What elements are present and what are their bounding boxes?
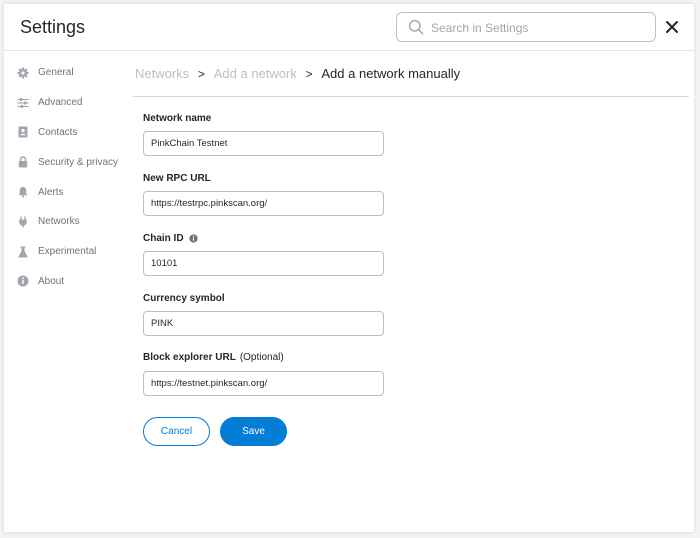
sidebar-item-label: Alerts — [38, 186, 64, 198]
sidebar-item-advanced[interactable]: Advanced — [4, 88, 132, 118]
sidebar-item-experimental[interactable]: Experimental — [4, 237, 132, 267]
search-input[interactable] — [429, 17, 647, 39]
page-title: Settings — [20, 17, 86, 37]
sliders-icon — [17, 97, 29, 109]
explorer-url-field[interactable] — [143, 371, 384, 396]
breadcrumb-separator: > — [305, 67, 313, 81]
save-button[interactable]: Save — [220, 417, 287, 446]
sidebar-item-general[interactable]: General — [4, 58, 132, 88]
gear-icon — [17, 67, 29, 79]
sidebar-item-networks[interactable]: Networks — [4, 207, 132, 237]
sidebar-item-label: Networks — [38, 216, 80, 228]
rpc-url-label-text: New RPC URL — [143, 173, 211, 184]
chain-id-field[interactable] — [143, 251, 384, 276]
bell-icon — [17, 186, 29, 198]
chain-id-label: Chain ID — [143, 233, 198, 244]
breadcrumb-add-network[interactable]: Add a network — [214, 66, 297, 81]
sidebar-item-label: About — [38, 275, 65, 287]
close-icon[interactable] — [664, 19, 680, 35]
network-name-label-text: Network name — [143, 113, 212, 124]
breadcrumb-networks[interactable]: Networks — [135, 66, 189, 81]
explorer-url-label-text: Block explorer URL — [143, 352, 236, 363]
sidebar-item-label: General — [38, 67, 74, 79]
search-box[interactable] — [396, 12, 656, 42]
sidebar-item-contacts[interactable]: Contacts — [4, 118, 132, 148]
sidebar-item-security[interactable]: Security & privacy — [4, 147, 132, 177]
sidebar-item-label: Security & privacy — [38, 156, 119, 168]
info-icon — [17, 275, 29, 287]
contact-book-icon — [17, 126, 29, 138]
currency-symbol-field[interactable] — [143, 311, 384, 336]
currency-symbol-label: Currency symbol — [143, 293, 225, 304]
plug-icon — [17, 216, 29, 228]
breadcrumb-current: Add a network manually — [321, 66, 461, 81]
sidebar-item-about[interactable]: About — [4, 267, 132, 297]
sidebar-item-label: Contacts — [38, 126, 78, 138]
network-name-field[interactable] — [143, 131, 384, 156]
settings-header: Settings — [4, 4, 694, 51]
rpc-url-label: New RPC URL — [143, 173, 211, 184]
optional-tag: (Optional) — [239, 352, 284, 363]
flask-icon — [17, 246, 29, 258]
sidebar-item-label: Advanced — [38, 97, 83, 109]
settings-window: Settings Search in Settings General Adva… — [4, 4, 694, 532]
explorer-url-label: Block explorer URL (Optional) — [143, 352, 284, 363]
chain-id-label-text: Chain ID — [143, 233, 184, 244]
settings-sidebar: General Advanced Contacts Security & pri… — [4, 58, 132, 296]
network-name-label: Network name — [143, 113, 211, 124]
content-divider — [133, 96, 689, 97]
currency-symbol-label-text: Currency symbol — [143, 293, 225, 304]
rpc-url-field[interactable] — [143, 191, 384, 216]
sidebar-item-alerts[interactable]: Alerts — [4, 177, 132, 207]
search-icon — [408, 19, 424, 35]
breadcrumb: Networks > Add a network > Add a network… — [135, 66, 460, 81]
info-icon[interactable] — [188, 234, 198, 243]
lock-icon — [17, 156, 29, 168]
breadcrumb-separator: > — [197, 67, 205, 81]
cancel-button[interactable]: Cancel — [143, 417, 210, 446]
sidebar-item-label: Experimental — [38, 246, 97, 258]
